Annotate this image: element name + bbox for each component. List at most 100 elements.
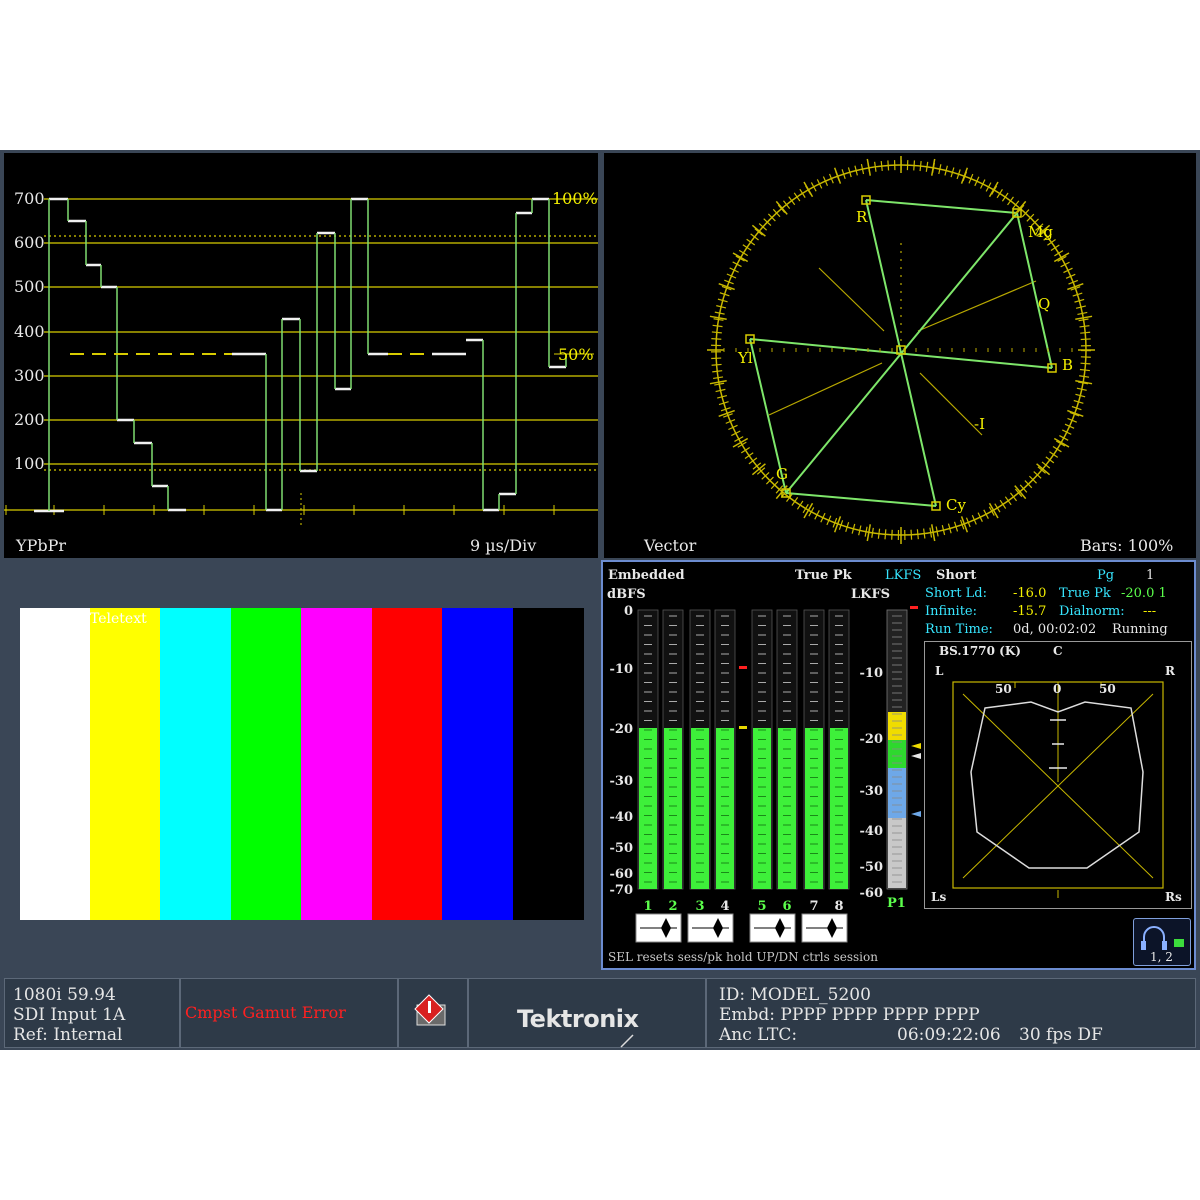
vectorscope-graticule — [707, 156, 1095, 544]
surround-display: BS.1770 (K) C L R 50 0 50 Ls Rs — [924, 641, 1192, 909]
channel-number-label: 7 — [809, 899, 818, 914]
channel-number-label: 2 — [668, 899, 677, 914]
waveform-100-percent-label: 100% — [552, 189, 598, 208]
channel-level-bar-1 — [639, 728, 657, 889]
audio-panel[interactable]: Embedded True Pk LKFS Short Pg 1 dBFS LK… — [601, 560, 1196, 970]
lkfs-tick-label: -40 — [860, 824, 884, 839]
peak-hold-marker — [739, 666, 747, 669]
vector-bars-label: Bars: 100% — [1080, 536, 1174, 555]
instrument-id: ID: MODEL_5200 — [719, 985, 871, 1005]
waveform-50-percent-label: 50% — [558, 345, 594, 364]
channel-number-label: 8 — [834, 899, 843, 914]
channel-level-bar-5 — [753, 728, 771, 889]
teletext-overlay: Teletext — [90, 611, 147, 627]
loudness-green-zone — [888, 740, 906, 768]
video-input: SDI Input 1A — [13, 1005, 126, 1025]
waveform-scale-600: 600 — [14, 233, 45, 252]
status-logo-box: Tektronix — [468, 978, 706, 1048]
bar-black — [513, 608, 584, 920]
bar-magenta — [301, 608, 372, 920]
embedded-audio-status: Embd: PPPP PPPP PPPP PPPP — [719, 1005, 980, 1025]
bar-green — [231, 608, 301, 920]
vector-target-b: B — [1062, 356, 1074, 374]
status-id-box: ID: MODEL_5200 Embd: PPPP PPPP PPPP PPPP… — [706, 978, 1196, 1048]
vector-target-yl: Yl — [738, 349, 753, 367]
surround-left-label: L — [935, 664, 944, 678]
short-loudness-arrow — [911, 743, 921, 749]
anc-ltc-time: 06:09:22:06 — [897, 1025, 1001, 1045]
tektronix-logo: Tektronix — [517, 1005, 639, 1033]
bar-red — [372, 608, 442, 920]
vector-target-i: -I — [974, 415, 985, 433]
lkfs-tick-label: -10 — [860, 666, 884, 681]
logo-slash-icon — [620, 1034, 634, 1048]
loudness-peak-marker — [910, 606, 918, 609]
surround-center-label: C — [1053, 644, 1063, 658]
bar-white — [20, 608, 90, 920]
vectorscope-ring-tick — [803, 502, 814, 519]
vectorscope-axis-ticks — [723, 348, 1073, 352]
channel-number-label: 5 — [757, 899, 766, 914]
channel-level-bar-2 — [664, 728, 682, 889]
vectorscope-ring-tick — [988, 181, 999, 198]
status-alert-icon-box[interactable] — [398, 978, 468, 1048]
program-label: P1 — [887, 896, 906, 911]
channel-level-bar-8 — [830, 728, 848, 889]
status-format-box: 1080i 59.94 SDI Input 1A Ref: Internal — [4, 978, 180, 1048]
channel-level-bar-6 — [778, 728, 796, 889]
vector-target-cy: Cy — [946, 496, 966, 514]
vector-title: Vector — [644, 536, 697, 555]
waveform-scale-400: 400 — [14, 322, 45, 341]
infinite-loudness-arrow — [911, 753, 921, 759]
waveform-panel[interactable]: 700 600 500 400 300 200 100 100% 50% YPb… — [4, 153, 598, 558]
waveform-scale-500: 500 — [14, 277, 45, 296]
surround-rs-label: Rs — [1165, 890, 1182, 904]
channel-level-bar-3 — [691, 728, 709, 889]
gamut-error-alarm: Cmpst Gamut Error — [185, 1003, 346, 1022]
headphone-widget[interactable]: 1, 2 — [1133, 918, 1191, 966]
surround-scale-left: 50 — [995, 682, 1012, 696]
waveform-scale-200: 200 — [14, 410, 45, 429]
dbfs-tick-label: -60 — [610, 867, 634, 882]
vector-target-q: Q — [1038, 295, 1051, 313]
waveform-trace — [4, 197, 598, 528]
anc-ltc-rate: 30 fps DF — [1019, 1025, 1103, 1045]
target-loudness-arrow — [911, 811, 921, 817]
bar-cyan — [160, 608, 231, 920]
vector-target-r: R — [856, 208, 868, 226]
loudness-yellow-zone — [888, 712, 906, 740]
bar-yellow: Teletext — [90, 608, 160, 920]
waveform-scale-300: 300 — [14, 366, 45, 385]
reference-source: Ref: Internal — [13, 1025, 123, 1045]
video-format: 1080i 59.94 — [13, 985, 116, 1005]
waveform-scale-700: 700 — [14, 189, 45, 208]
status-alarm-box[interactable]: Cmpst Gamut Error — [180, 978, 398, 1048]
surround-scale-mid: 0 — [1053, 682, 1062, 696]
channel-number-label: 4 — [720, 899, 729, 914]
reference-marker — [739, 726, 747, 729]
channel-number-label: 1 — [643, 899, 652, 914]
channel-level-bar-7 — [805, 728, 823, 889]
vector-panel[interactable]: R Mg Q B Yl -I G Cy Vector Bars: 100% — [604, 153, 1196, 558]
bar-blue — [442, 608, 513, 920]
alarm-icon — [414, 994, 446, 1026]
waveform-scale-100: 100 — [14, 454, 45, 473]
channel-number-label: 3 — [695, 899, 704, 914]
color-bars: Teletext — [20, 608, 584, 920]
channel-level-bar-4 — [716, 728, 734, 889]
surround-right-label: R — [1165, 664, 1175, 678]
headphone-channels: 1, 2 — [1150, 950, 1173, 964]
lkfs-tick-label: -60 — [860, 886, 884, 901]
picture-panel[interactable]: Teletext — [4, 562, 598, 966]
channel-number-label: 6 — [782, 899, 791, 914]
surround-ls-label: Ls — [931, 890, 947, 904]
dbfs-tick-label: -20 — [610, 722, 634, 737]
vector-target-mg: Mg — [1028, 223, 1053, 241]
dbfs-tick-label: -30 — [610, 774, 634, 789]
anc-ltc-label: Anc LTC: — [719, 1025, 798, 1045]
waveform-mode-label: YPbPr — [16, 536, 66, 555]
lkfs-tick-label: -50 — [860, 860, 884, 875]
surround-title: BS.1770 (K) — [939, 644, 1021, 658]
dbfs-tick-label: -50 — [610, 841, 634, 856]
surround-scale-right: 50 — [1099, 682, 1116, 696]
